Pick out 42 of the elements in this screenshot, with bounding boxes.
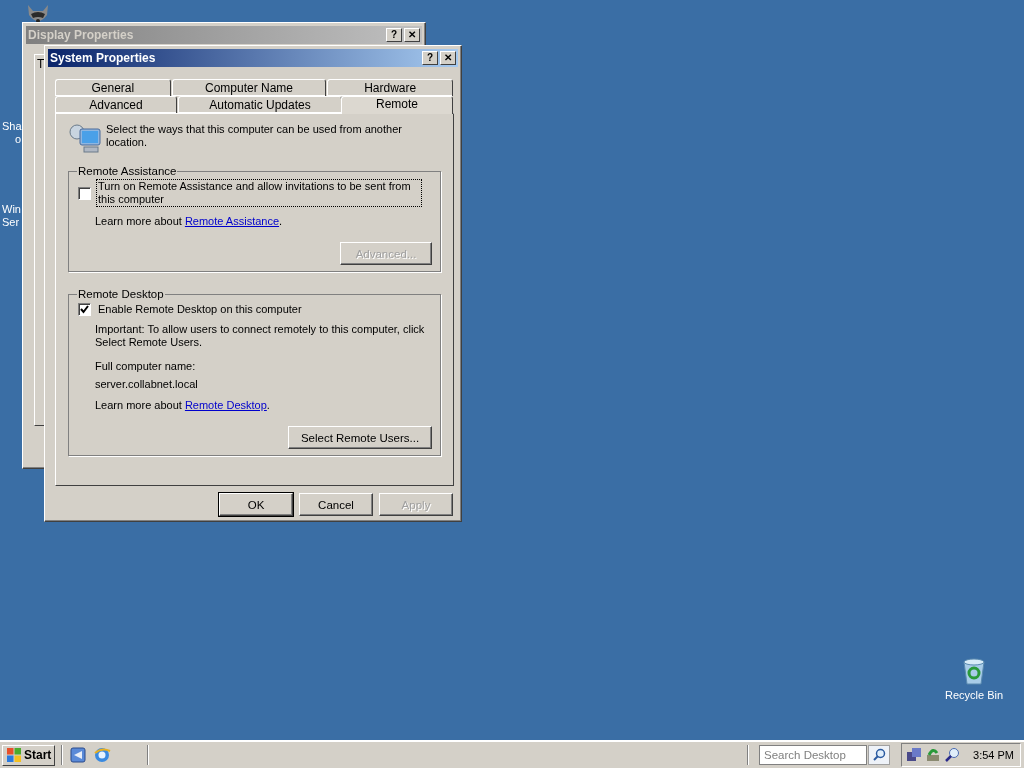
desktop-icon-label[interactable]: o	[2, 133, 22, 146]
close-button[interactable]: ✕	[440, 51, 456, 65]
tab[interactable]: Automatic Updates	[178, 96, 342, 113]
checkbox[interactable]	[78, 303, 91, 316]
checkbox-label[interactable]: Enable Remote Desktop on this computer	[96, 302, 422, 317]
help-link[interactable]: Remote Desktop	[184, 399, 267, 411]
window-title: Display Properties	[28, 28, 134, 42]
learn-more-text: Learn more about Remote Assistance.	[95, 215, 284, 228]
checkbox[interactable]	[78, 186, 91, 200]
help-link[interactable]: Remote Assistance	[184, 215, 280, 227]
learn-more-text: Learn more about Remote Desktop.	[95, 399, 271, 412]
note-text: Important: To allow users to connect remotely to this computer, click Select Remote Users.	[95, 323, 425, 349]
start-button[interactable]: Start	[2, 744, 56, 766]
windows-flag-icon	[6, 747, 22, 763]
tab[interactable]: Remote	[341, 96, 453, 114]
clock: 3:54 PM	[973, 749, 1014, 761]
tab[interactable]: Computer Name	[171, 79, 327, 96]
window-title: System Properties	[50, 51, 156, 65]
desktop-icon-label[interactable]: Ser	[2, 216, 20, 229]
intro-text: Select the ways that this computer can be used from another location.	[106, 123, 403, 149]
browser-icon[interactable]	[93, 746, 112, 764]
checkbox-label[interactable]: Turn on Remote Assistance and allow invitations to be sent from this computer	[96, 179, 422, 207]
desktop-icon-label[interactable]: Win	[2, 203, 21, 216]
computer-icon	[68, 123, 102, 155]
search-button[interactable]	[868, 745, 891, 765]
select-users-button[interactable]: Select Remote Users...	[288, 426, 432, 449]
tab[interactable]: General	[55, 79, 171, 96]
search-field[interactable]: Search Desktop	[759, 745, 868, 765]
network-icon[interactable]	[906, 747, 923, 763]
desktop-icon-label[interactable]: Recycle Bin	[944, 689, 1004, 701]
tab[interactable]: Hardware	[327, 79, 453, 96]
help-button[interactable]: ?	[422, 51, 438, 65]
search-icon	[872, 748, 887, 762]
desktop-icon-label[interactable]: Sha	[2, 120, 22, 133]
magnifier-icon[interactable]	[944, 747, 961, 763]
dialog-button[interactable]: Cancel	[299, 493, 373, 516]
name-label: Full computer name:	[95, 360, 197, 373]
tab[interactable]: Advanced	[55, 96, 177, 113]
dialog-button[interactable]: OK	[219, 493, 293, 516]
group-title: Remote Desktop	[77, 288, 165, 300]
group-title: Remote Assistance	[77, 165, 178, 177]
computer-name: server.collabnet.local	[95, 378, 199, 391]
